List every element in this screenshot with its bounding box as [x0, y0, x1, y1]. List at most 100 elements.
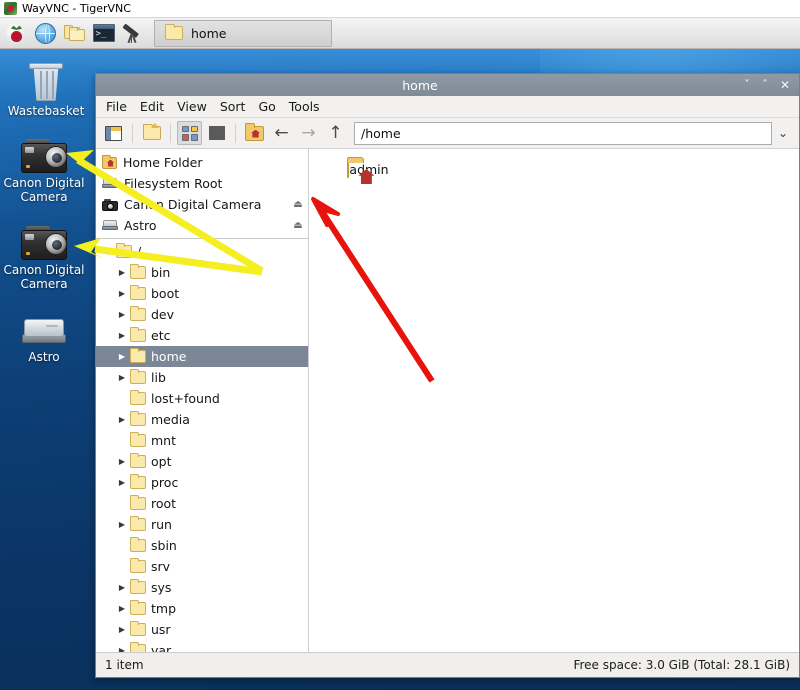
tree-row-root-dir[interactable]: root [96, 493, 308, 514]
chevron-down-icon[interactable]: ⌄ [772, 126, 794, 140]
tree-row-var[interactable]: ▶ var [96, 640, 308, 652]
tree-label: usr [151, 622, 171, 637]
menu-item-sort[interactable]: Sort [214, 97, 252, 116]
window-title-bar[interactable]: home ˇ ˆ ✕ [96, 74, 799, 96]
place-canon-digital-camera[interactable]: Canon Digital Camera ⏏ [96, 194, 308, 215]
terminal-button[interactable] [90, 20, 117, 47]
status-bar: 1 item Free space: 3.0 GiB (Total: 28.1 … [96, 652, 799, 677]
tree-label: boot [151, 286, 180, 301]
status-free-space: Free space: 3.0 GiB (Total: 28.1 GiB) [573, 658, 790, 672]
tree-row-lib[interactable]: ▶ lib [96, 367, 308, 388]
place-filesystem-root[interactable]: Filesystem Root [96, 173, 308, 194]
desktop-icon-wastebasket[interactable]: Wastebasket [2, 55, 90, 118]
tree-label: lost+found [151, 391, 220, 406]
tree-row-etc[interactable]: ▶ etc [96, 325, 308, 346]
tree-row-srv[interactable]: srv [96, 556, 308, 577]
twisty-icon[interactable]: ▶ [114, 331, 130, 340]
place-label: Canon Digital Camera [124, 197, 262, 212]
twisty-icon[interactable]: ▶ [114, 625, 130, 634]
tree-row-tmp[interactable]: ▶ tmp [96, 598, 308, 619]
window-title: home [402, 77, 438, 93]
twisty-icon[interactable]: ▶ [114, 520, 130, 529]
tree-label: srv [151, 559, 171, 574]
taskbar: home [0, 18, 800, 49]
tree-row-proc[interactable]: ▶ proc [96, 472, 308, 493]
file-manager-button[interactable] [61, 20, 88, 47]
folder-icon [130, 620, 146, 636]
twisty-icon[interactable]: ▼ [100, 247, 116, 256]
place-astro[interactable]: Astro ⏏ [96, 215, 308, 236]
tree-row-usr[interactable]: ▶ usr [96, 619, 308, 640]
twisty-icon[interactable]: ▶ [114, 415, 130, 424]
twisty-icon[interactable]: ▶ [114, 604, 130, 613]
desktop-icon-label: Canon Digital Camera [3, 263, 85, 291]
back-button[interactable]: ← [269, 121, 294, 145]
tree-row-media[interactable]: ▶ media [96, 409, 308, 430]
path-value: /home [361, 125, 401, 141]
raspberry-menu-button[interactable] [3, 20, 30, 47]
twisty-icon[interactable]: ▶ [114, 310, 130, 319]
tree-label: sbin [151, 538, 177, 553]
folder-icon [130, 368, 146, 384]
tree-row-root[interactable]: ▼ / [96, 241, 308, 262]
twisty-icon[interactable]: ▶ [114, 478, 130, 487]
eject-icon[interactable]: ⏏ [292, 199, 304, 210]
menu-item-view[interactable]: View [171, 97, 213, 116]
twisty-icon[interactable]: ▶ [114, 268, 130, 277]
path-input[interactable]: /home [354, 121, 772, 145]
file-manager-window: home ˇ ˆ ✕ File Edit View Sort Go Tools [95, 73, 800, 678]
twisty-icon[interactable]: ▶ [114, 583, 130, 592]
icon-view-button[interactable] [177, 121, 202, 145]
file-item-admin[interactable]: admin [331, 161, 405, 178]
tree-row-run[interactable]: ▶ run [96, 514, 308, 535]
menu-item-tools[interactable]: Tools [283, 97, 326, 116]
twisty-icon[interactable]: ▶ [114, 352, 130, 361]
tree-row-bin[interactable]: ▶ bin [96, 262, 308, 283]
list-view-button[interactable] [204, 121, 229, 145]
tree-row-dev[interactable]: ▶ dev [96, 304, 308, 325]
place-home-folder[interactable]: Home Folder [96, 152, 308, 173]
tree-row-mnt[interactable]: mnt [96, 430, 308, 451]
twisty-icon[interactable]: ▶ [114, 457, 130, 466]
tree-label: sys [151, 580, 172, 595]
web-browser-button[interactable] [32, 20, 59, 47]
eject-icon[interactable]: ⏏ [292, 220, 304, 231]
desktop-icon-astro[interactable]: Astro [0, 301, 88, 364]
folder-icon [130, 410, 146, 426]
tree-row-sbin[interactable]: sbin [96, 535, 308, 556]
desktop-icon-label: Wastebasket [7, 104, 85, 118]
maximize-button[interactable]: ˆ [762, 79, 768, 91]
tree-row-home[interactable]: ▶ home [96, 346, 308, 367]
twisty-icon[interactable]: ▶ [114, 289, 130, 298]
tree-row-lost-found[interactable]: lost+found [96, 388, 308, 409]
camera-icon [102, 198, 118, 211]
forward-button[interactable]: → [296, 121, 321, 145]
file-list-pane[interactable]: admin [309, 149, 799, 652]
home-button[interactable] [242, 121, 267, 145]
close-button[interactable]: ✕ [780, 79, 790, 91]
twisty-icon[interactable]: ▶ [114, 373, 130, 382]
drive-icon [0, 301, 88, 347]
tree-row-opt[interactable]: ▶ opt [96, 451, 308, 472]
toolbar-divider [235, 123, 236, 143]
tree-row-sys[interactable]: ▶ sys [96, 577, 308, 598]
menu-item-file[interactable]: File [100, 97, 133, 116]
folder-icon [130, 347, 146, 363]
new-folder-button[interactable] [139, 121, 164, 145]
taskbar-window-button-home[interactable]: home [154, 19, 332, 47]
astronomy-app-button[interactable] [119, 20, 146, 47]
tree-row-boot[interactable]: ▶ boot [96, 283, 308, 304]
tree-label: dev [151, 307, 175, 322]
desktop-icon-canon-digital-camera-1[interactable]: Canon Digital Camera [0, 127, 88, 204]
desktop-icon-canon-digital-camera-2[interactable]: Canon Digital Camera [0, 214, 88, 291]
folder-icon [116, 242, 132, 258]
path-bar: /home ⌄ [354, 121, 794, 145]
menu-item-go[interactable]: Go [252, 97, 281, 116]
twisty-icon[interactable]: ▶ [114, 646, 130, 652]
minimize-button[interactable]: ˇ [744, 79, 750, 91]
tree-label: media [151, 412, 190, 427]
status-item-count: 1 item [105, 658, 144, 672]
up-button[interactable]: ↑ [323, 121, 348, 145]
sidebar-toggle-button[interactable] [101, 121, 126, 145]
menu-item-edit[interactable]: Edit [134, 97, 170, 116]
